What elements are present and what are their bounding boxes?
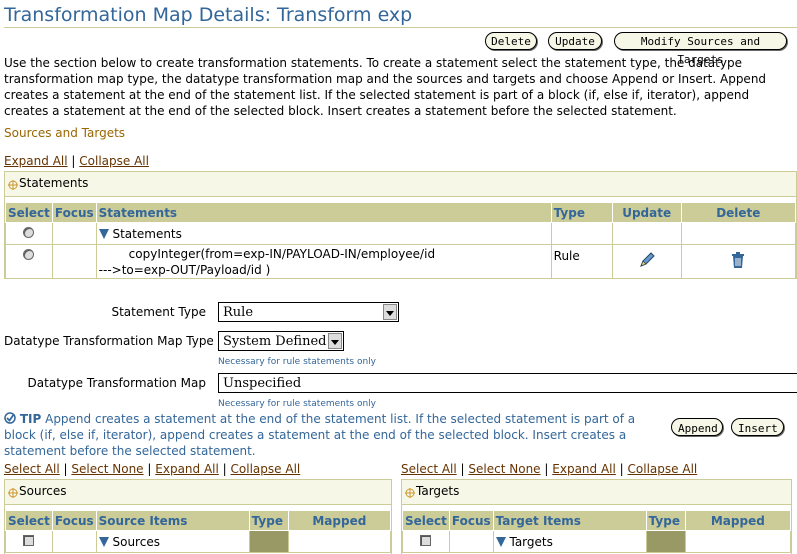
dtm-input[interactable]: Unspecified — [218, 373, 797, 393]
pencil-icon[interactable] — [637, 250, 657, 270]
update-button[interactable]: Update — [548, 32, 602, 50]
insert-button[interactable]: Insert — [731, 418, 784, 436]
targets-links: Select All | Select None | Expand All | … — [401, 462, 698, 476]
sources-table: Select Focus Source Items Type Mapped So… — [5, 510, 392, 553]
collapse-all-link[interactable]: Collapse All — [79, 154, 149, 168]
statement-line2: --->to=exp-OUT/Payload/id ) — [98, 262, 271, 277]
dtm-type-hint: Necessary for rule statements only — [218, 357, 376, 367]
dtm-type-select[interactable]: System Defined — [218, 331, 344, 351]
table-row: Sources — [5, 530, 392, 553]
expand-triangle-icon[interactable] — [495, 537, 506, 547]
expand-all-link[interactable]: Expand All — [4, 154, 68, 168]
statements-box: Statements Select Focus Statements Type … — [4, 171, 797, 279]
tip-text: Append creates a statement at the end of… — [4, 412, 636, 458]
statement-line1: copyInteger(from=exp-IN/PAYLOAD-IN/emplo… — [128, 246, 436, 261]
col-delete: Delete — [680, 202, 797, 223]
sources-box-header: Sources — [5, 480, 391, 505]
trash-icon[interactable] — [730, 251, 746, 269]
targets-box-title: Targets — [416, 484, 460, 498]
statements-box-title: Statements — [19, 176, 89, 190]
col-statements: Statements — [95, 202, 552, 223]
statements-table: Select Focus Statements Type Update Dele… — [5, 202, 797, 279]
sources-targets-heading: Sources and Targets — [4, 126, 126, 140]
dtm-type-value: System Defined — [223, 334, 327, 349]
table-row: copyInteger(from=exp-IN/PAYLOAD-IN/emplo… — [5, 244, 797, 279]
col-focus: Focus — [51, 202, 97, 223]
targets-table: Select Focus Target Items Type Mapped Ta… — [402, 510, 792, 553]
statements-box-header: Statements — [5, 172, 796, 197]
modify-sources-targets-button[interactable]: Modify Sources and Targets — [614, 32, 787, 66]
sources-root-label: Sources — [112, 534, 160, 549]
sources-box: Sources Select Focus Source Items Type M… — [4, 479, 392, 554]
col-update: Update — [611, 202, 682, 223]
statement-type-value: Rule — [223, 305, 254, 320]
tree-links: Expand All | Collapse All — [4, 154, 149, 168]
table-row: Targets — [402, 530, 792, 553]
statement-type-select[interactable]: Rule — [218, 302, 399, 322]
targets-collapse-all-link[interactable]: Collapse All — [628, 462, 698, 476]
sources-box-title: Sources — [19, 484, 67, 498]
sources-select-all-link[interactable]: Select All — [4, 462, 60, 476]
targets-box: Targets Select Focus Target Items Type M… — [401, 479, 792, 554]
targets-expand-all-link[interactable]: Expand All — [552, 462, 616, 476]
select-radio[interactable] — [23, 249, 35, 260]
sources-expand-all-link[interactable]: Expand All — [155, 462, 219, 476]
dtm-value: Unspecified — [223, 376, 302, 391]
statement-type-label: Statement Type — [111, 305, 206, 319]
expand-triangle-icon[interactable] — [98, 229, 109, 239]
targets-select-none-link[interactable]: Select None — [468, 462, 540, 476]
crosshair-icon — [8, 488, 18, 498]
tip-label: TIP — [19, 412, 42, 426]
append-button[interactable]: Append — [671, 418, 723, 436]
crosshair-icon — [405, 488, 415, 498]
select-checkbox[interactable] — [420, 534, 432, 546]
sources-links: Select All | Select None | Expand All | … — [4, 462, 301, 476]
page-title: Transformation Map Details: Transform ex… — [4, 4, 413, 26]
sources-select-none-link[interactable]: Select None — [71, 462, 143, 476]
dtm-type-label: Datatype Transformation Map Type — [4, 334, 214, 348]
tip-box: TIP Append creates a statement at the en… — [4, 411, 664, 459]
targets-box-header: Targets — [402, 480, 791, 505]
select-radio[interactable] — [23, 226, 35, 238]
col-type: Type — [550, 202, 613, 223]
targets-root-label: Targets — [509, 534, 553, 549]
statement-label: Statements — [112, 226, 182, 241]
sources-collapse-all-link[interactable]: Collapse All — [231, 462, 301, 476]
check-circle-icon — [4, 412, 16, 424]
table-row: Statements — [5, 222, 797, 245]
instructions-text: Use the section below to create transfor… — [4, 56, 767, 118]
chevron-down-icon[interactable] — [383, 304, 397, 320]
crosshair-icon — [8, 180, 18, 190]
dtm-label: Datatype Transformation Map — [27, 376, 206, 390]
delete-button[interactable]: Delete — [485, 32, 537, 50]
select-checkbox[interactable] — [23, 534, 35, 546]
col-select: Select — [5, 202, 53, 223]
chevron-down-icon[interactable] — [328, 333, 342, 349]
title-divider — [4, 27, 797, 28]
expand-triangle-icon[interactable] — [98, 537, 109, 547]
dtm-hint: Necessary for rule statements only — [218, 399, 376, 409]
targets-select-all-link[interactable]: Select All — [401, 462, 457, 476]
statement-type: Rule — [550, 244, 613, 279]
